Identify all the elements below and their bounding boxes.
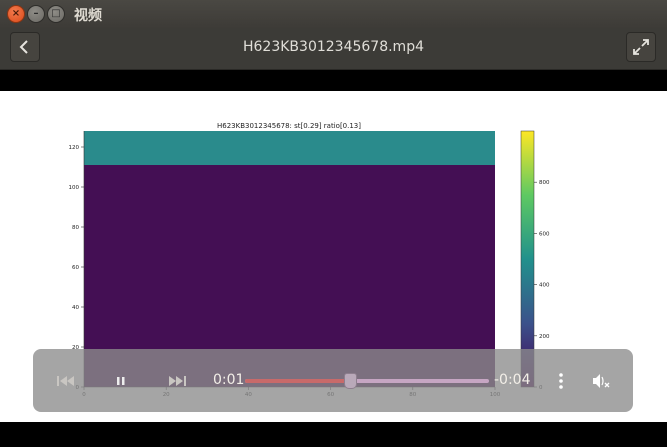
maximize-window-button[interactable]: □: [47, 5, 65, 23]
colorbar-tick-label: 600: [539, 231, 550, 237]
seek-handle[interactable]: [343, 373, 357, 389]
window-title: 视频: [74, 8, 102, 24]
minimize-icon: –: [33, 8, 39, 19]
colorbar-tick-label: 200: [539, 334, 550, 340]
mute-icon[interactable]: [591, 372, 611, 390]
header-bar: H623KB3012345678.mp4: [0, 28, 667, 70]
window-titlebar: × – □ 视频: [0, 0, 667, 28]
close-icon: ×: [11, 8, 21, 19]
video-title: H623KB3012345678.mp4: [243, 39, 424, 55]
fullscreen-icon: [633, 39, 649, 55]
close-window-button[interactable]: ×: [7, 5, 25, 23]
fullscreen-button[interactable]: [626, 32, 656, 62]
seek-bar-progress: [245, 379, 350, 383]
more-options-icon[interactable]: [557, 371, 565, 391]
y-tick-label: 60: [72, 265, 79, 271]
y-tick-label: 40: [72, 305, 79, 311]
maximize-icon: □: [51, 8, 61, 19]
colorbar-tick-label: 800: [539, 180, 550, 186]
y-tick-label: 120: [69, 145, 80, 151]
pause-icon[interactable]: [114, 374, 128, 388]
y-tick-label: 100: [69, 185, 80, 191]
skip-back-icon[interactable]: [56, 374, 76, 388]
elapsed-time: 0:01: [213, 372, 245, 388]
minimize-window-button[interactable]: –: [27, 5, 45, 23]
heatmap-band-1: [84, 131, 495, 165]
skip-forward-icon[interactable]: [167, 374, 187, 388]
seek-bar[interactable]: [245, 373, 489, 389]
chart-title: H623KB3012345678: st[0.29] ratio[0.13]: [217, 122, 361, 130]
y-tick-label: 80: [72, 225, 79, 231]
colorbar-tick-label: 400: [539, 283, 550, 289]
player-controls: 0:01 -0:04: [33, 349, 633, 412]
remaining-time: -0:04: [494, 372, 531, 388]
